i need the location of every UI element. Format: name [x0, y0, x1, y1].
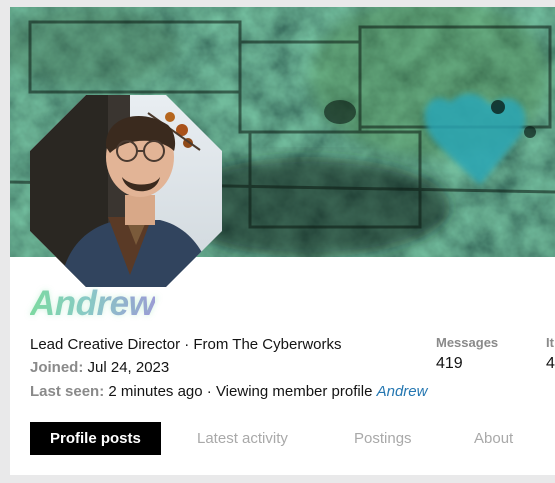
stat-messages-value: 419: [436, 355, 463, 372]
member-profile-card: Andrew Lead Creative Director · From The…: [10, 7, 555, 475]
last-seen-time: 2 minutes ago: [108, 383, 203, 400]
profile-avatar[interactable]: [30, 95, 222, 287]
stat-messages-label: Messages: [436, 335, 499, 350]
stat-second-value: 4: [546, 355, 555, 372]
activity-separator: ·: [206, 383, 212, 400]
tab-profile-posts[interactable]: Profile posts: [30, 422, 161, 455]
profile-username: Andrew: [30, 284, 156, 323]
last-seen-label: Last seen:: [30, 383, 105, 400]
joined-label: Joined:: [30, 359, 84, 376]
profile-byline: Lead Creative Director · From The Cyberw…: [30, 336, 342, 353]
stat-second[interactable]: It 4: [546, 335, 555, 375]
stat-second-label: It: [546, 335, 554, 350]
tab-latest-activity[interactable]: Latest activity: [197, 422, 288, 455]
joined-date: Jul 24, 2023: [87, 359, 170, 376]
stat-messages[interactable]: Messages 419: [436, 335, 498, 375]
activity-text: Viewing member profile: [215, 383, 373, 400]
last-seen-row: Last seen: 2 minutes ago · Viewing membe…: [30, 383, 427, 401]
activity-profile-link[interactable]: Andrew: [377, 383, 428, 400]
joined-row: Joined: Jul 24, 2023: [30, 359, 169, 377]
tab-postings[interactable]: Postings: [354, 422, 412, 455]
tab-about[interactable]: About: [474, 422, 513, 455]
profile-tabs: Profile posts Latest activity Postings A…: [30, 422, 555, 455]
